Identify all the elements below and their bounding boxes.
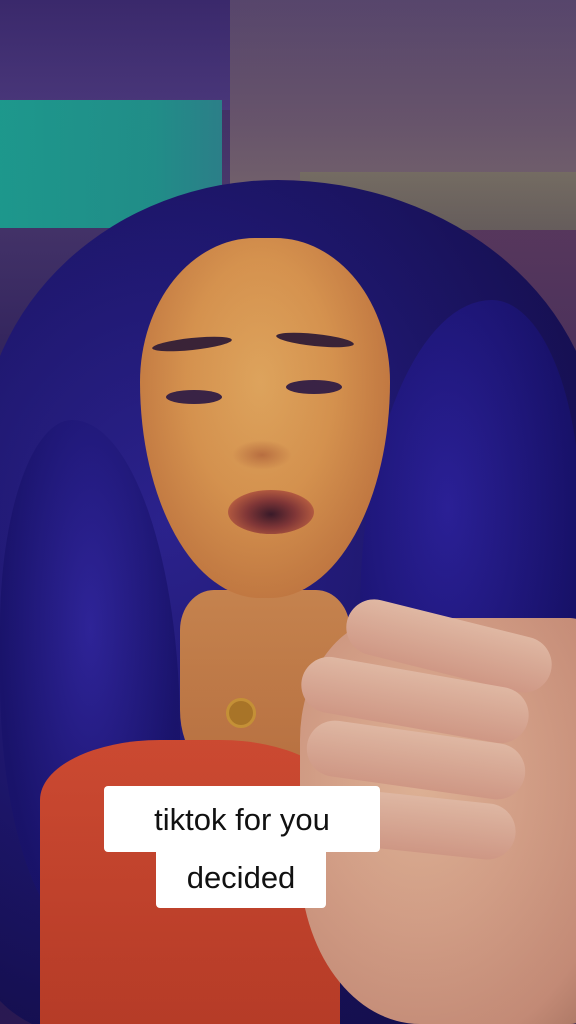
background-wall (0, 0, 230, 110)
mouth (228, 490, 314, 534)
left-eye (166, 390, 222, 404)
video-frame[interactable]: tiktok for you decided (0, 0, 576, 1024)
nose (232, 440, 292, 470)
orange-shirt (40, 740, 340, 1024)
background-wall-right (230, 0, 576, 200)
pendant-necklace (226, 698, 256, 728)
right-eye (286, 380, 342, 394)
